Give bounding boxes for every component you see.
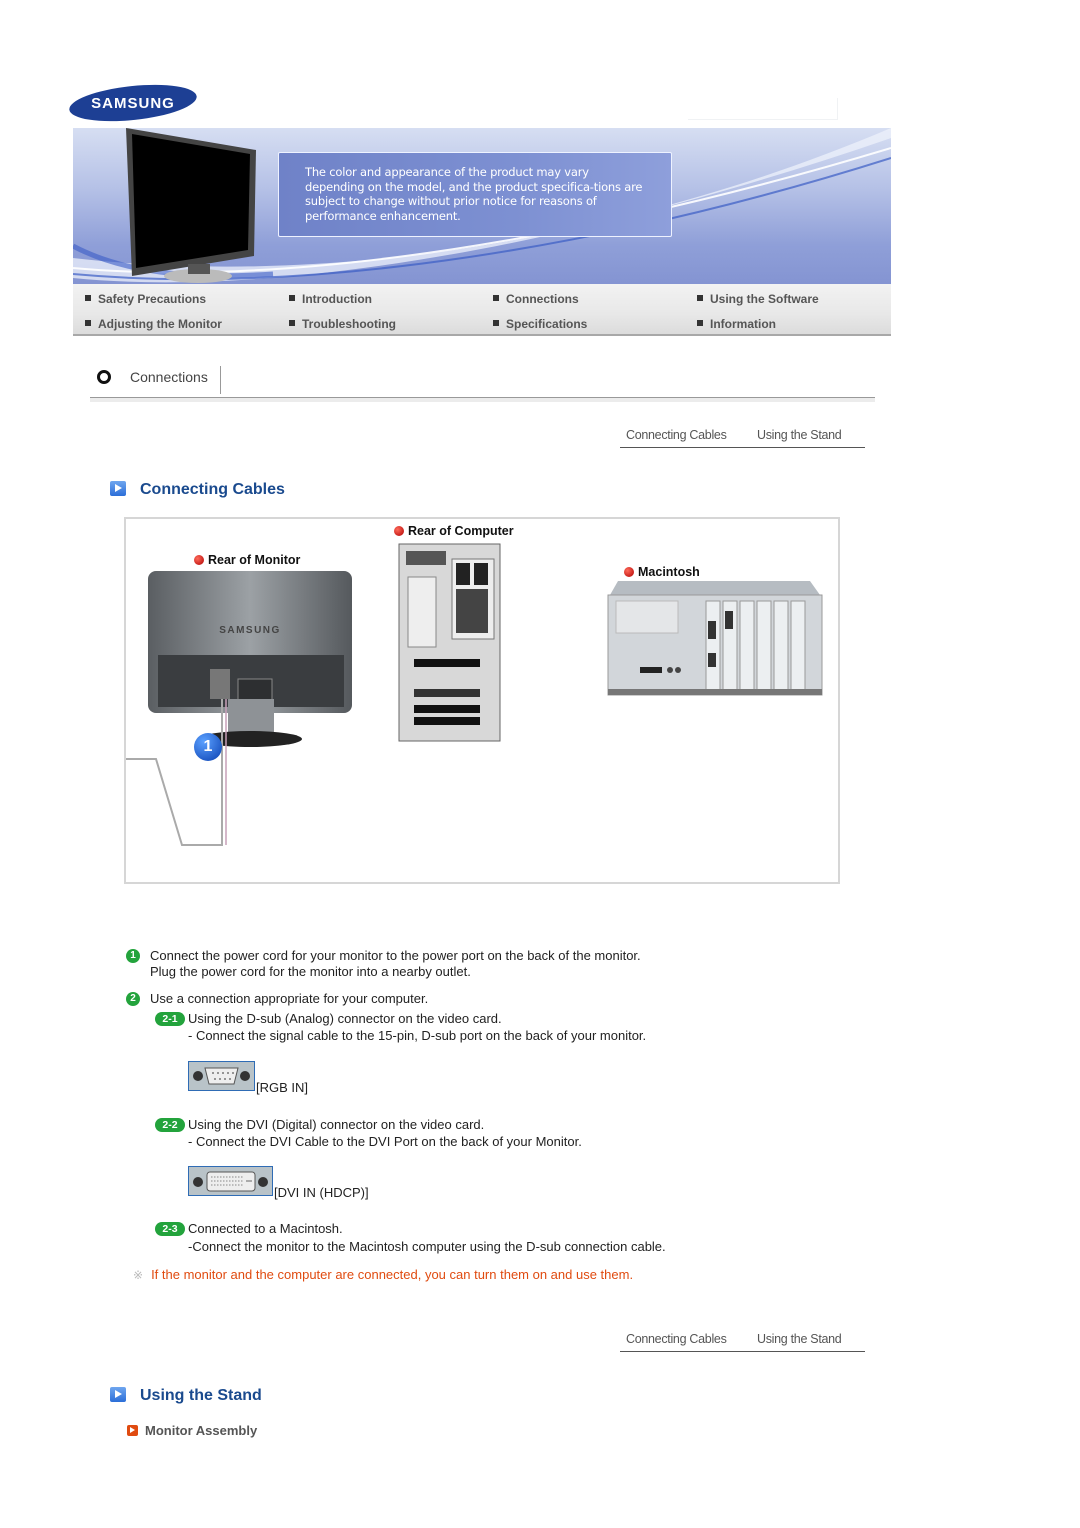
rgb-in-label: [RGB IN] xyxy=(256,1080,309,1095)
nav-label: Introduction xyxy=(302,292,372,306)
ring-icon xyxy=(97,370,111,384)
substep-2-3-detail: -Connect the monitor to the Macintosh co… xyxy=(188,1239,666,1254)
nav-adjusting-the-monitor[interactable]: Adjusting the Monitor xyxy=(85,317,222,331)
note: ※ If the monitor and the computer are con… xyxy=(133,1267,633,1282)
bullet-icon xyxy=(697,295,703,301)
substep-2-1-detail: - Connect the signal cable to the 15-pin… xyxy=(188,1028,647,1043)
step-2-line-1: Use a connection appropriate for your co… xyxy=(150,991,429,1006)
monitor-assembly-subheading: Monitor Assembly xyxy=(127,1423,257,1438)
subnav-connecting-cables[interactable]: Connecting Cables xyxy=(626,428,727,442)
subnav-using-the-stand[interactable]: Using the Stand xyxy=(757,428,842,442)
label-rear-of-monitor: Rear of Monitor xyxy=(194,553,300,567)
nav-label: Specifications xyxy=(506,317,588,331)
step-1-line-2: Plug the power cord for the monitor into… xyxy=(150,964,471,979)
red-dot-icon xyxy=(194,555,204,565)
nav-introduction[interactable]: Introduction xyxy=(289,292,372,306)
nav-label: Connections xyxy=(506,292,579,306)
substep-2-2-badge: 2-2 xyxy=(155,1118,185,1132)
subnav-top: Connecting Cables Using the Stand xyxy=(620,426,865,448)
label-text: Rear of Computer xyxy=(408,524,514,538)
substep-2-2-detail: - Connect the DVI Cable to the DVI Port … xyxy=(188,1134,582,1149)
header-blank-box xyxy=(688,98,838,120)
heading-text: Using the Stand xyxy=(140,1387,262,1404)
connection-diagram: Rear of Monitor Rear of Computer Macinto… xyxy=(124,517,840,884)
subnav-bottom: Connecting Cables Using the Stand xyxy=(620,1330,865,1352)
label-text: Rear of Monitor xyxy=(208,553,301,567)
connecting-cables-heading: Connecting Cables xyxy=(110,481,285,499)
computer-rear-illustration xyxy=(398,543,501,742)
substep-2-1-title: Using the D-sub (Analog) connector on th… xyxy=(188,1011,502,1026)
macintosh-illustration xyxy=(607,581,823,696)
substep-2-3-title: Connected to a Macintosh. xyxy=(188,1221,343,1236)
play-icon xyxy=(110,1387,126,1402)
label-rear-of-computer: Rear of Computer xyxy=(394,524,514,538)
nav-connections[interactable]: Connections xyxy=(493,292,579,306)
substep-2-3-badge: 2-3 xyxy=(155,1222,185,1236)
nav-label: Information xyxy=(710,317,776,331)
dvi-port-icon xyxy=(188,1166,273,1196)
red-play-icon xyxy=(127,1425,138,1436)
nav-label: Safety Precautions xyxy=(98,292,207,306)
bullet-icon xyxy=(85,295,91,301)
power-cable-illustration xyxy=(126,699,227,846)
bullet-icon xyxy=(85,320,91,326)
substep-2-2-title: Using the DVI (Digital) connector on the… xyxy=(188,1117,485,1132)
nav-using-the-software[interactable]: Using the Software xyxy=(697,292,819,306)
nav-label: Troubleshooting xyxy=(302,317,396,331)
nav-information[interactable]: Information xyxy=(697,317,776,331)
callout-badge-1: 1 xyxy=(194,733,222,761)
subnav-using-the-stand[interactable]: Using the Stand xyxy=(757,1332,842,1346)
step-1-line-1: Connect the power cord for your monitor … xyxy=(150,948,641,963)
nav-specifications[interactable]: Specifications xyxy=(493,317,587,331)
nav-troubleshooting[interactable]: Troubleshooting xyxy=(289,317,396,331)
nav-label: Using the Software xyxy=(710,292,819,306)
step-2-badge: 2 xyxy=(126,992,140,1006)
samsung-logo[interactable]: SAMSUNG xyxy=(68,84,198,122)
label-macintosh: Macintosh xyxy=(624,565,700,579)
substep-2-1-badge: 2-1 xyxy=(155,1012,185,1026)
play-icon xyxy=(110,481,126,496)
subheading-text: Monitor Assembly xyxy=(145,1423,258,1438)
using-the-stand-heading: Using the Stand xyxy=(110,1387,262,1405)
dvi-in-label: [DVI IN (HDCP)] xyxy=(274,1185,369,1200)
bullet-icon xyxy=(697,320,703,326)
monitor-image xyxy=(126,128,256,283)
step-1-badge: 1 xyxy=(126,949,140,963)
banner-notice: The color and appearance of the product … xyxy=(278,152,672,237)
bullet-icon xyxy=(289,320,295,326)
nav-label: Adjusting the Monitor xyxy=(98,317,222,331)
divider xyxy=(220,366,221,394)
note-text: If the monitor and the computer are conn… xyxy=(151,1267,634,1282)
main-navigation: Safety Precautions Introduction Connecti… xyxy=(73,284,891,336)
section-header: Connections xyxy=(90,366,875,402)
logo-text: SAMSUNG xyxy=(91,95,175,112)
subnav-connecting-cables[interactable]: Connecting Cables xyxy=(626,1332,727,1346)
monitor-brand-text: SAMSUNG xyxy=(219,625,281,636)
red-dot-icon xyxy=(624,567,634,577)
hero-banner: The color and appearance of the product … xyxy=(73,128,891,284)
reference-mark-icon: ※ xyxy=(133,1268,144,1282)
red-dot-icon xyxy=(394,526,404,536)
bullet-icon xyxy=(493,320,499,326)
vga-port-icon xyxy=(188,1061,255,1091)
section-title: Connections xyxy=(130,369,208,385)
label-text: Macintosh xyxy=(638,565,700,579)
bullet-icon xyxy=(289,295,295,301)
heading-text: Connecting Cables xyxy=(140,481,285,498)
bullet-icon xyxy=(493,295,499,301)
nav-safety-precautions[interactable]: Safety Precautions xyxy=(85,292,206,306)
